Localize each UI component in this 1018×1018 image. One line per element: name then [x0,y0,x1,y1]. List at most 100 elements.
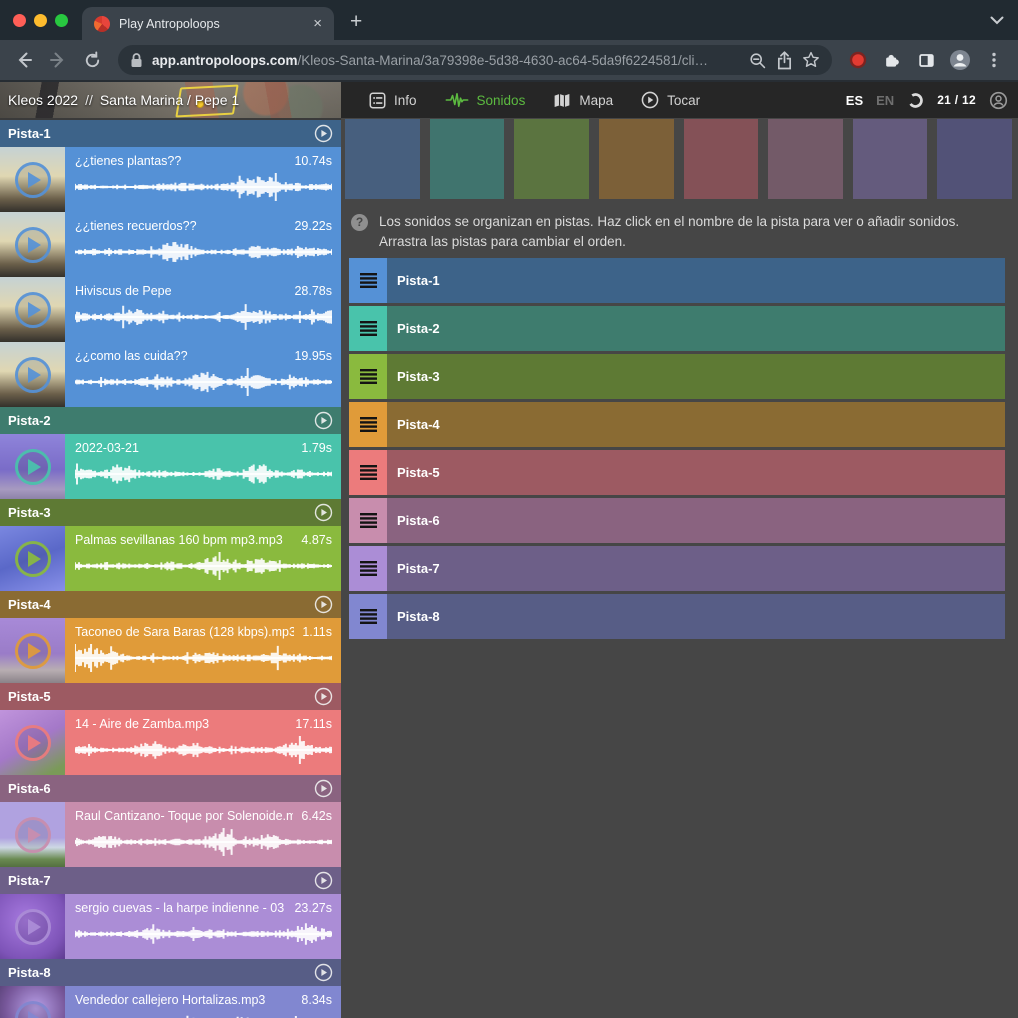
audio-clip[interactable]: 14 - Aire de Zamba.mp3 17.11s [0,710,341,775]
bookmark-star-icon[interactable] [802,51,820,69]
audio-clip[interactable]: ¿¿tienes recuerdos?? 29.22s [0,212,341,277]
browser-profile-avatar[interactable] [946,46,974,74]
drag-handle[interactable] [349,402,387,447]
track-row[interactable]: Pista-4 [349,402,1005,447]
drag-handle[interactable] [349,450,387,495]
drag-handle[interactable] [349,306,387,351]
browser-menu-icon[interactable] [980,46,1008,74]
sidebar-track-header[interactable]: Pista-7 [0,867,341,894]
waveform[interactable] [75,549,332,583]
nav-item-tocar[interactable]: Tocar [641,91,700,109]
waveform[interactable] [75,235,332,269]
clip-thumbnail[interactable] [0,986,65,1018]
account-icon[interactable] [989,91,1008,110]
sidebar-track-header[interactable]: Pista-8 [0,959,341,986]
clip-thumbnail[interactable] [0,710,65,775]
audio-clip[interactable]: Vendedor callejero Hortalizas.mp3 8.34s [0,986,341,1018]
forward-icon[interactable] [44,46,72,74]
tab-search-chevron-icon[interactable] [990,16,1004,25]
track-row[interactable]: Pista-1 [349,258,1005,303]
track-play-button[interactable] [314,411,333,430]
side-panel-icon[interactable] [912,46,940,74]
audio-clip[interactable]: sergio cuevas - la harpe indienne - 03 -… [0,894,341,959]
clip-thumbnail[interactable] [0,147,65,212]
sidebar-track-header[interactable]: Pista-4 [0,591,341,618]
back-icon[interactable] [10,46,38,74]
audio-clip[interactable]: Hiviscus de Pepe 28.78s [0,277,341,342]
track-play-button[interactable] [314,595,333,614]
track-row[interactable]: Pista-3 [349,354,1005,399]
clip-thumbnail[interactable] [0,802,65,867]
waveform[interactable] [75,825,332,859]
waveform[interactable] [75,733,332,767]
window-minimize-button[interactable] [34,14,47,27]
zoom-out-icon[interactable] [748,51,767,70]
sidebar-track-header[interactable]: Pista-1 [0,120,341,147]
lang-toggle-en[interactable]: EN [876,93,894,108]
drag-handle[interactable] [349,354,387,399]
extensions-puzzle-icon[interactable] [878,46,906,74]
track-play-button[interactable] [314,779,333,798]
audio-clip[interactable]: Taconeo de Sara Baras (128 kbps).mp3 1.1… [0,618,341,683]
track-play-button[interactable] [314,963,333,982]
share-icon[interactable] [776,51,793,70]
clip-play-icon[interactable] [15,909,51,945]
clip-play-icon[interactable] [15,227,51,263]
sidebar-track-header[interactable]: Pista-5 [0,683,341,710]
nav-item-sonidos[interactable]: Sonidos [445,92,526,108]
clip-thumbnail[interactable] [0,618,65,683]
nav-item-info[interactable]: Info [369,92,417,109]
clip-thumbnail[interactable] [0,894,65,959]
clip-thumbnail[interactable] [0,277,65,342]
clip-thumbnail[interactable] [0,526,65,591]
nav-item-mapa[interactable]: Mapa [553,92,613,109]
drag-handle[interactable] [349,546,387,591]
track-row[interactable]: Pista-8 [349,594,1005,639]
clip-play-icon[interactable] [15,725,51,761]
waveform[interactable] [75,917,332,951]
url-bar[interactable]: app.antropoloops.com/Kleos-Santa-Marina/… [118,45,832,75]
clip-thumbnail[interactable] [0,342,65,407]
reload-icon[interactable] [78,46,106,74]
map-thumbnail[interactable]: Kleos 2022//Santa Marina / Pepe 1 [0,82,341,118]
lang-toggle-es[interactable]: ES [846,93,863,108]
clip-play-icon[interactable] [15,357,51,393]
window-close-button[interactable] [13,14,26,27]
sidebar-track-header[interactable]: Pista-3 [0,499,341,526]
window-zoom-button[interactable] [55,14,68,27]
clip-play-icon[interactable] [15,292,51,328]
drag-handle[interactable] [349,594,387,639]
waveform[interactable] [75,300,332,334]
clip-play-icon[interactable] [15,449,51,485]
audio-clip[interactable]: Palmas sevillanas 160 bpm mp3.mp3 4.87s [0,526,341,591]
clip-play-icon[interactable] [15,633,51,669]
waveform[interactable] [75,641,332,675]
drag-handle[interactable] [349,258,387,303]
audio-clip[interactable]: Raul Cantizano- Toque por Solenoide.mp3 … [0,802,341,867]
clip-thumbnail[interactable] [0,212,65,277]
waveform[interactable] [75,1009,332,1018]
new-tab-button[interactable]: + [350,10,362,34]
track-row[interactable]: Pista-5 [349,450,1005,495]
waveform[interactable] [75,170,332,204]
clip-play-icon[interactable] [15,541,51,577]
track-play-button[interactable] [314,687,333,706]
clip-thumbnail[interactable] [0,434,65,499]
track-row[interactable]: Pista-2 [349,306,1005,351]
recording-extension-icon[interactable] [844,46,872,74]
clip-play-icon[interactable] [15,162,51,198]
track-play-button[interactable] [314,503,333,522]
sidebar-track-header[interactable]: Pista-2 [0,407,341,434]
waveform[interactable] [75,365,332,399]
clip-play-icon[interactable] [15,1001,51,1018]
track-row[interactable]: Pista-6 [349,498,1005,543]
tab-close-icon[interactable]: × [313,16,322,31]
sidebar-track-header[interactable]: Pista-6 [0,775,341,802]
audio-clip[interactable]: ¿¿como las cuida?? 19.95s [0,342,341,407]
track-row[interactable]: Pista-7 [349,546,1005,591]
waveform[interactable] [75,457,332,491]
clip-play-icon[interactable] [15,817,51,853]
audio-clip[interactable]: ¿¿tienes plantas?? 10.74s [0,147,341,212]
track-play-button[interactable] [314,871,333,890]
audio-clip[interactable]: 2022-03-21 1.79s [0,434,341,499]
